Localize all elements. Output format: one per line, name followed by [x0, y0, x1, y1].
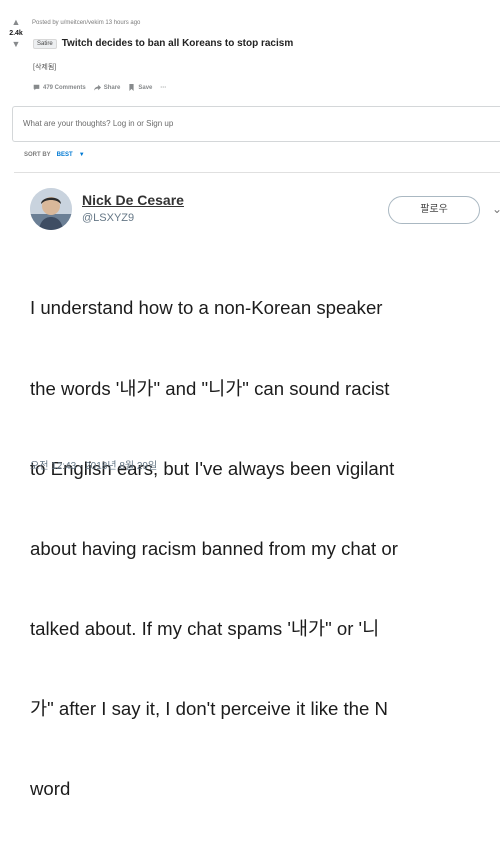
tweet-timestamp[interactable]: 오전 12:43 - 2018년 8월 29일 [30, 457, 157, 472]
comment-icon [33, 84, 40, 91]
save-button[interactable]: Save [128, 84, 152, 91]
bookmark-icon [129, 84, 134, 91]
flair-badge[interactable]: Satire [33, 38, 57, 49]
divider [14, 172, 500, 173]
chevron-down-icon[interactable]: ⌄ [492, 202, 500, 216]
tweet-text-line: 가" after I say it, I don't perceive it l… [30, 697, 388, 719]
chevron-down-icon[interactable]: ▼ [79, 152, 85, 158]
comments-button[interactable]: 479 Comments [33, 84, 86, 91]
sort-value[interactable]: BEST [57, 152, 73, 158]
tweet-text-line: the words '내가" and "니가" can sound racist [30, 377, 390, 399]
deleted-content: [삭제됨] [33, 64, 57, 71]
upvote-arrow-icon[interactable]: ▲ [6, 18, 26, 27]
share-button[interactable]: Share [93, 84, 121, 91]
post-meta: Posted by u/meitcen/vekim 13 hours ago [32, 20, 141, 26]
tweet-text-line: about having racism banned from my chat … [30, 537, 398, 559]
downvote-arrow-icon[interactable]: ▼ [6, 40, 26, 49]
sort-control[interactable]: SORT BY BEST ▼ [24, 152, 85, 158]
save-label: Save [138, 84, 153, 91]
more-options-button[interactable]: ··· [160, 84, 166, 91]
avatar[interactable] [30, 188, 72, 230]
reddit-post: ▲ 2.4k ▼ Posted by u/meitcen/vekim 13 ho… [0, 0, 500, 180]
tweet-text-line: I understand how to a non-Korean speaker [30, 297, 383, 319]
share-label: Share [103, 84, 121, 91]
share-arrow-icon [93, 84, 101, 91]
tweet-text-line: talked about. If my chat spams '내가" or '… [30, 617, 380, 639]
comments-label: 479 Comments [43, 84, 86, 91]
vote-column: ▲ 2.4k ▼ [6, 18, 26, 49]
post-actions: 479 Comments Share Save ··· [33, 84, 166, 91]
tweet-author-name[interactable]: Nick De Cesare [82, 192, 184, 208]
follow-button[interactable]: 팔로우 [388, 196, 480, 224]
post-title[interactable]: Twitch decides to ban all Koreans to sto… [62, 38, 294, 49]
tweet-author-handle[interactable]: @LSXYZ9 [82, 212, 134, 224]
tweet-text-line: word [30, 778, 71, 800]
embedded-tweet: Nick De Cesare @LSXYZ9 팔로우 ⌄ I understan… [0, 174, 500, 799]
tweet-text: I understand how to a non-Korean speaker… [30, 242, 500, 856]
comment-input-box[interactable]: What are your thoughts? Log in or Sign u… [12, 106, 500, 142]
sort-label: SORT BY [24, 152, 51, 158]
post-score: 2.4k [9, 30, 23, 37]
comment-placeholder: What are your thoughts? Log in or Sign u… [23, 119, 174, 128]
post-title-row: Satire Twitch decides to ban all Koreans… [33, 38, 293, 49]
